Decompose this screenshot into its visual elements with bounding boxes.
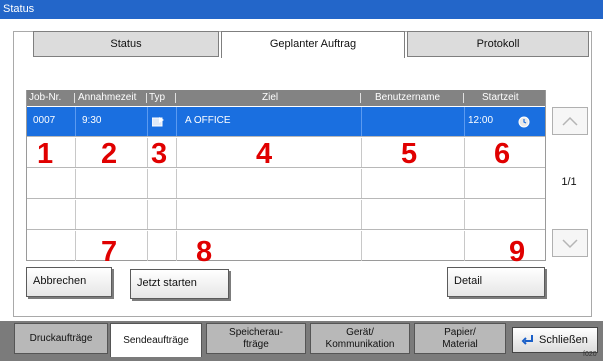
callout-5: 5 bbox=[401, 138, 418, 170]
col-header-received-time: Annahmezeit bbox=[78, 92, 137, 103]
send-type-icon bbox=[152, 117, 164, 127]
col-header-job-no: Job-Nr. bbox=[29, 92, 62, 103]
chevron-up-icon bbox=[562, 116, 578, 126]
page-indicator: 1/1 bbox=[561, 176, 577, 188]
col-header-type: Typ bbox=[149, 92, 166, 103]
window-title: Status bbox=[0, 0, 603, 19]
footer-tab-send-jobs[interactable]: Sendeaufträge bbox=[110, 323, 202, 357]
callout-8: 8 bbox=[196, 236, 213, 268]
start-now-button[interactable]: Jetzt starten bbox=[130, 269, 229, 299]
cell-received-time: 9:30 bbox=[82, 115, 102, 126]
tab-status[interactable]: Status bbox=[33, 31, 219, 57]
close-button[interactable]: Schließen bbox=[512, 327, 598, 353]
tab-scheduled-job[interactable]: Geplanter Auftrag bbox=[221, 31, 405, 58]
table-row[interactable] bbox=[27, 200, 545, 230]
scroll-up-button[interactable] bbox=[552, 107, 588, 135]
table-row[interactable]: 0007 9:30 A OFFICE 12:00 bbox=[27, 107, 545, 137]
callout-4: 4 bbox=[256, 138, 273, 170]
callout-9: 9 bbox=[509, 236, 526, 268]
cell-job-no: 0007 bbox=[33, 115, 56, 126]
callout-1: 1 bbox=[37, 138, 54, 170]
col-header-destination: Ziel bbox=[262, 92, 279, 103]
callout-3: 3 bbox=[151, 138, 168, 170]
chevron-down-icon bbox=[562, 239, 578, 249]
col-header-start-time: Startzeit bbox=[482, 92, 519, 103]
footer-tab-storage-jobs[interactable]: Speicherau- fträge bbox=[206, 323, 306, 354]
scroll-down-button[interactable] bbox=[552, 229, 588, 257]
detail-button[interactable]: Detail bbox=[447, 267, 545, 297]
callout-7: 7 bbox=[101, 236, 118, 268]
tab-log[interactable]: Protokoll bbox=[407, 31, 589, 57]
cancel-button[interactable]: Abbrechen bbox=[26, 267, 112, 297]
table-header: Job-Nr. Annahmezeit Typ Ziel Benutzernam… bbox=[27, 90, 545, 106]
table-row[interactable] bbox=[27, 169, 545, 199]
col-header-username: Benutzername bbox=[375, 92, 441, 103]
callout-2: 2 bbox=[101, 138, 118, 170]
callout-6: 6 bbox=[494, 138, 511, 170]
footer-tab-print-jobs[interactable]: Druckaufträge bbox=[14, 323, 108, 354]
cell-destination: A OFFICE bbox=[185, 115, 231, 126]
footer-tab-device-communication[interactable]: Gerät/ Kommunikation bbox=[310, 323, 410, 354]
clock-icon bbox=[518, 116, 530, 128]
footer-tab-paper-material[interactable]: Papier/ Material bbox=[414, 323, 506, 354]
return-arrow-icon bbox=[521, 335, 533, 345]
close-label: Schließen bbox=[539, 334, 588, 346]
cell-start-time: 12:00 bbox=[468, 115, 494, 126]
figure-code: f020 bbox=[583, 351, 597, 358]
